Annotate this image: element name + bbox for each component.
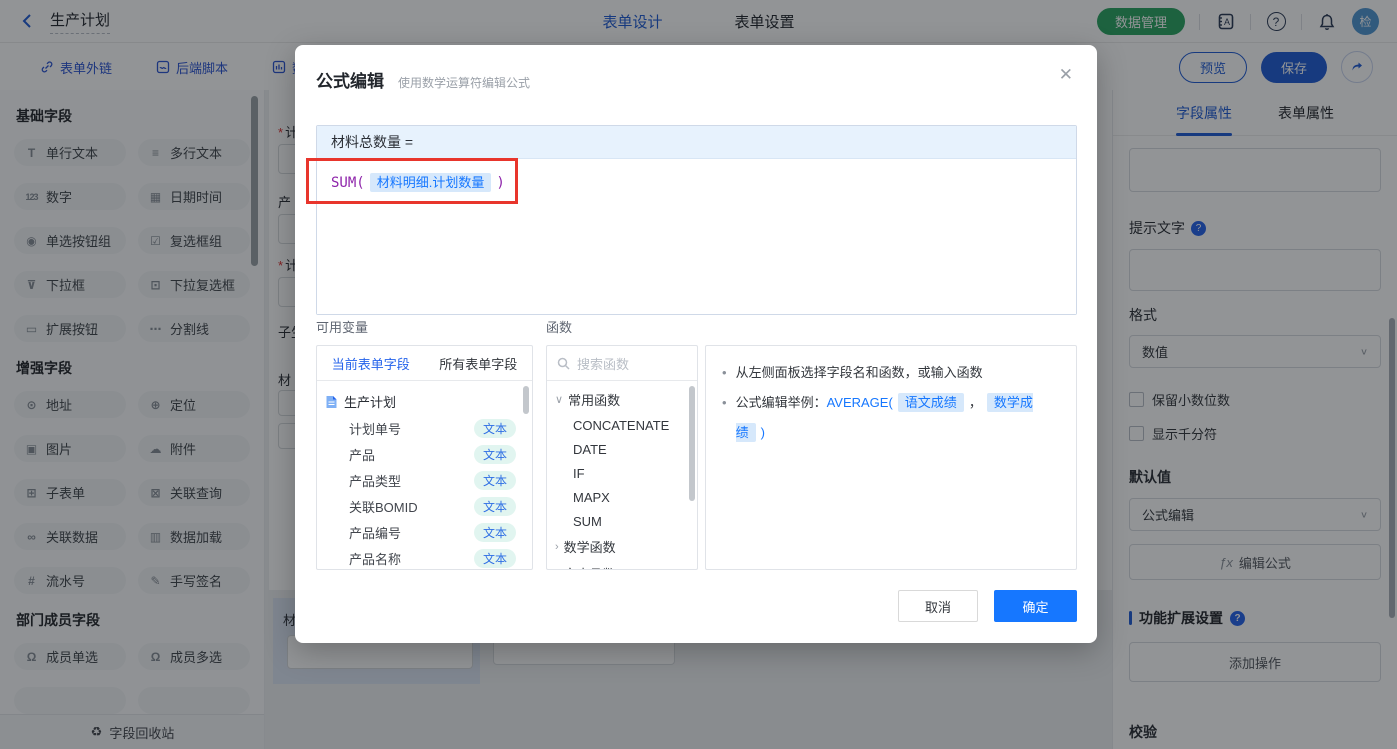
formula-editor: 材料总数量 = SUM(材料明细.计划数量) [306,125,1077,315]
bullet-icon: • [722,395,727,410]
search-icon [557,357,570,370]
formula-function-close: ) [496,175,505,191]
close-icon[interactable]: ✕ [1059,65,1073,85]
variable-tree-root[interactable]: 生产计划 [325,388,524,415]
type-badge: 文本 [473,470,516,490]
variable-row[interactable]: 产品类型 文本 [325,467,524,493]
tab-all-form-fields[interactable]: 所有表单字段 [425,346,533,380]
function-group-text[interactable]: ›文本函数 [547,560,697,570]
functions-scrollbar[interactable] [689,386,695,501]
functions-label: 函数 [546,320,573,335]
function-group-math[interactable]: › 数学函数 [547,533,697,560]
function-item[interactable]: CONCATENATE [547,413,697,437]
variables-panel: 当前表单字段 所有表单字段 生产计划 计划单号 文本 产品 文本 产品类型 文本 关联… [316,345,533,570]
formula-editor-modal: 公式编辑 使用数学运算符编辑公式 ✕ 材料总数量 = SUM(材料明细.计划数量… [295,45,1097,643]
confirm-button[interactable]: 确定 [994,590,1077,622]
bullet-icon: • [722,365,727,380]
example-chip: 语文成绩 [897,393,964,412]
modal-subtitle: 使用数学运算符编辑公式 [398,76,531,90]
tab-current-form-fields[interactable]: 当前表单字段 [317,346,425,380]
function-item[interactable]: IF [547,461,697,485]
formula-target: 材料总数量 = [317,126,1076,159]
formula-input-area[interactable]: SUM(材料明细.计划数量) [317,159,1076,314]
function-item[interactable]: DATE [547,437,697,461]
chevron-down-icon: ∨ [555,394,564,406]
modal-title: 公式编辑 [316,72,384,91]
functions-panel: 搜索函数 ∨ 常用函数 CONCATENATE DATE IF MAPX SUM … [546,345,698,570]
hint-line-1: • 从左侧面板选择字段名和函数，或输入函数 [722,358,1060,388]
cancel-button[interactable]: 取消 [898,590,978,622]
function-search-input[interactable]: 搜索函数 [547,346,697,381]
variables-scrollbar[interactable] [523,386,529,414]
variable-row[interactable]: 产品 文本 [325,441,524,467]
hint-line-2: • 公式编辑举例：AVERAGE(语文成绩，数学成绩) [722,388,1060,448]
variable-row[interactable]: 产品编号 文本 [325,519,524,545]
chevron-right-icon: › [555,568,559,570]
variable-row[interactable]: 产品名称 文本 [325,545,524,569]
type-badge: 文本 [473,444,516,464]
app-screen: 生产计划 表单设计 表单设置 数据管理 A ? 检 表单外链 后端脚本 预览 保… [0,0,1397,749]
document-icon [326,395,337,408]
function-item[interactable]: SUM [547,509,697,533]
formula-function-open: SUM( [331,175,365,191]
function-group-common[interactable]: ∨ 常用函数 [547,386,697,413]
variable-row[interactable]: 关联BOMID 文本 [325,493,524,519]
variables-label: 可用变量 [316,320,369,335]
function-item[interactable]: MAPX [547,485,697,509]
variable-row[interactable]: 计划单号 文本 [325,415,524,441]
type-badge: 文本 [473,522,516,542]
search-placeholder: 搜索函数 [577,356,630,372]
chevron-right-icon: › [555,540,559,553]
type-badge: 文本 [473,418,516,438]
type-badge: 文本 [473,496,516,516]
formula-field-chip[interactable]: 材料明细.计划数量 [369,173,492,192]
type-badge: 文本 [473,548,516,568]
hints-panel: • 从左侧面板选择字段名和函数，或输入函数 • 公式编辑举例：AVERAGE(语… [705,345,1077,570]
